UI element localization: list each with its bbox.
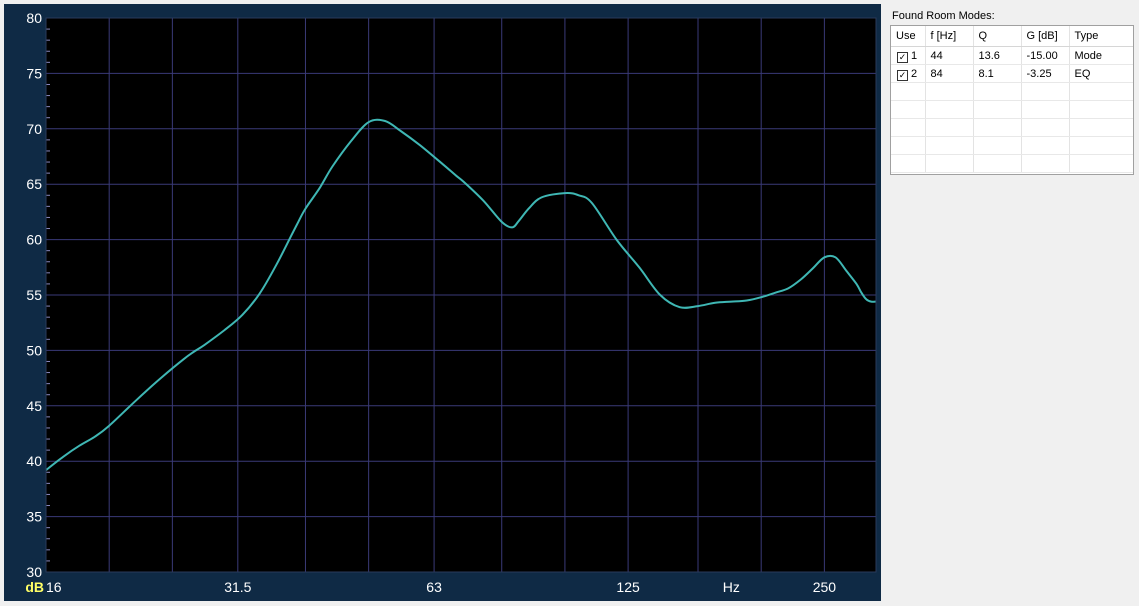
y-tick-label: 45: [26, 398, 42, 414]
frequency-response-chart: 30 35 40 45 50 55 60 65 70 75 80 16 31.5 63 125 250 Hz dB: [4, 4, 881, 601]
empty-cell: [1069, 154, 1133, 173]
column-header[interactable]: G [dB]: [1021, 26, 1070, 47]
empty-cell: [891, 154, 926, 173]
cell-type: Mode: [1069, 46, 1133, 65]
empty-row: [891, 154, 1133, 173]
y-tick-label: 65: [26, 176, 42, 192]
y-tick-label: 75: [26, 65, 42, 81]
empty-row: [891, 82, 1133, 101]
empty-row: [891, 136, 1133, 155]
x-tick-label: 125: [616, 579, 640, 595]
empty-cell: [973, 154, 1022, 173]
cell-q: 8.1: [973, 64, 1022, 83]
room-mode-row[interactable]: ✓ 1 44 13.6 -15.00 Mode: [891, 46, 1133, 65]
y-tick-label: 55: [26, 287, 42, 303]
column-header[interactable]: f [Hz]: [925, 26, 974, 47]
cell-use: ✓ 1: [891, 46, 926, 65]
room-mode-row[interactable]: ✓ 2 84 8.1 -3.25 EQ: [891, 64, 1133, 83]
mode-index: 2: [911, 67, 918, 80]
empty-cell: [1069, 82, 1133, 101]
x-tick-label: 63: [426, 579, 442, 595]
mode-index: 1: [911, 49, 918, 62]
empty-cell: [925, 118, 974, 137]
y-axis-label: dB: [25, 579, 44, 595]
empty-cell: [925, 154, 974, 173]
empty-cell: [1021, 136, 1070, 155]
empty-cell: [973, 82, 1022, 101]
x-tick-label: 16: [46, 579, 62, 595]
empty-cell: [1069, 136, 1133, 155]
cell-f: 44: [925, 46, 974, 65]
cell-g: -3.25: [1021, 64, 1070, 83]
y-tick-label: 40: [26, 453, 42, 469]
column-header[interactable]: Q: [973, 26, 1022, 47]
empty-row: [891, 100, 1133, 119]
empty-cell: [1021, 154, 1070, 173]
empty-cell: [925, 82, 974, 101]
cell-type: EQ: [1069, 64, 1133, 83]
empty-cell: [1021, 82, 1070, 101]
room-modes-table: Use f [Hz] Q G [dB] Type ✓ 1 44 13.6 -15.00 Mode ✓…: [891, 26, 1133, 173]
column-header[interactable]: Type: [1069, 26, 1133, 47]
empty-cell: [891, 100, 926, 119]
empty-cell: [891, 82, 926, 101]
use-checkbox[interactable]: ✓: [897, 69, 908, 81]
empty-cell: [973, 136, 1022, 155]
y-tick-label: 70: [26, 121, 42, 137]
empty-cell: [891, 136, 926, 155]
chart-svg: 30 35 40 45 50 55 60 65 70 75 80 16 31.5 63 125 250 Hz dB: [25, 10, 877, 595]
use-checkbox[interactable]: ✓: [897, 51, 908, 63]
y-tick-label: 30: [26, 564, 42, 580]
x-tick-label: 31.5: [224, 579, 251, 595]
x-tick-label: 250: [813, 579, 837, 595]
empty-cell: [891, 118, 926, 137]
y-tick-label: 35: [26, 509, 42, 525]
cell-f: 84: [925, 64, 974, 83]
empty-row: [891, 118, 1133, 137]
empty-cell: [973, 100, 1022, 119]
column-header[interactable]: Use: [891, 26, 926, 47]
room-modes-list[interactable]: Use f [Hz] Q G [dB] Type ✓ 1 44 13.6 -15.00 Mode ✓…: [890, 25, 1134, 175]
empty-cell: [1021, 118, 1070, 137]
found-room-modes-label: Found Room Modes:: [892, 10, 995, 22]
empty-cell: [1069, 100, 1133, 119]
empty-cell: [1069, 118, 1133, 137]
cell-use: ✓ 2: [891, 64, 926, 83]
room-modes-header-row: Use f [Hz] Q G [dB] Type: [891, 26, 1133, 47]
y-tick-label: 60: [26, 232, 42, 248]
y-tick-label: 50: [26, 342, 42, 358]
empty-cell: [925, 100, 974, 119]
x-axis-label: Hz: [723, 579, 740, 595]
cell-g: -15.00: [1021, 46, 1070, 65]
empty-cell: [1021, 100, 1070, 119]
empty-cell: [973, 118, 1022, 137]
y-tick-label: 80: [26, 10, 42, 26]
cell-q: 13.6: [973, 46, 1022, 65]
empty-cell: [925, 136, 974, 155]
